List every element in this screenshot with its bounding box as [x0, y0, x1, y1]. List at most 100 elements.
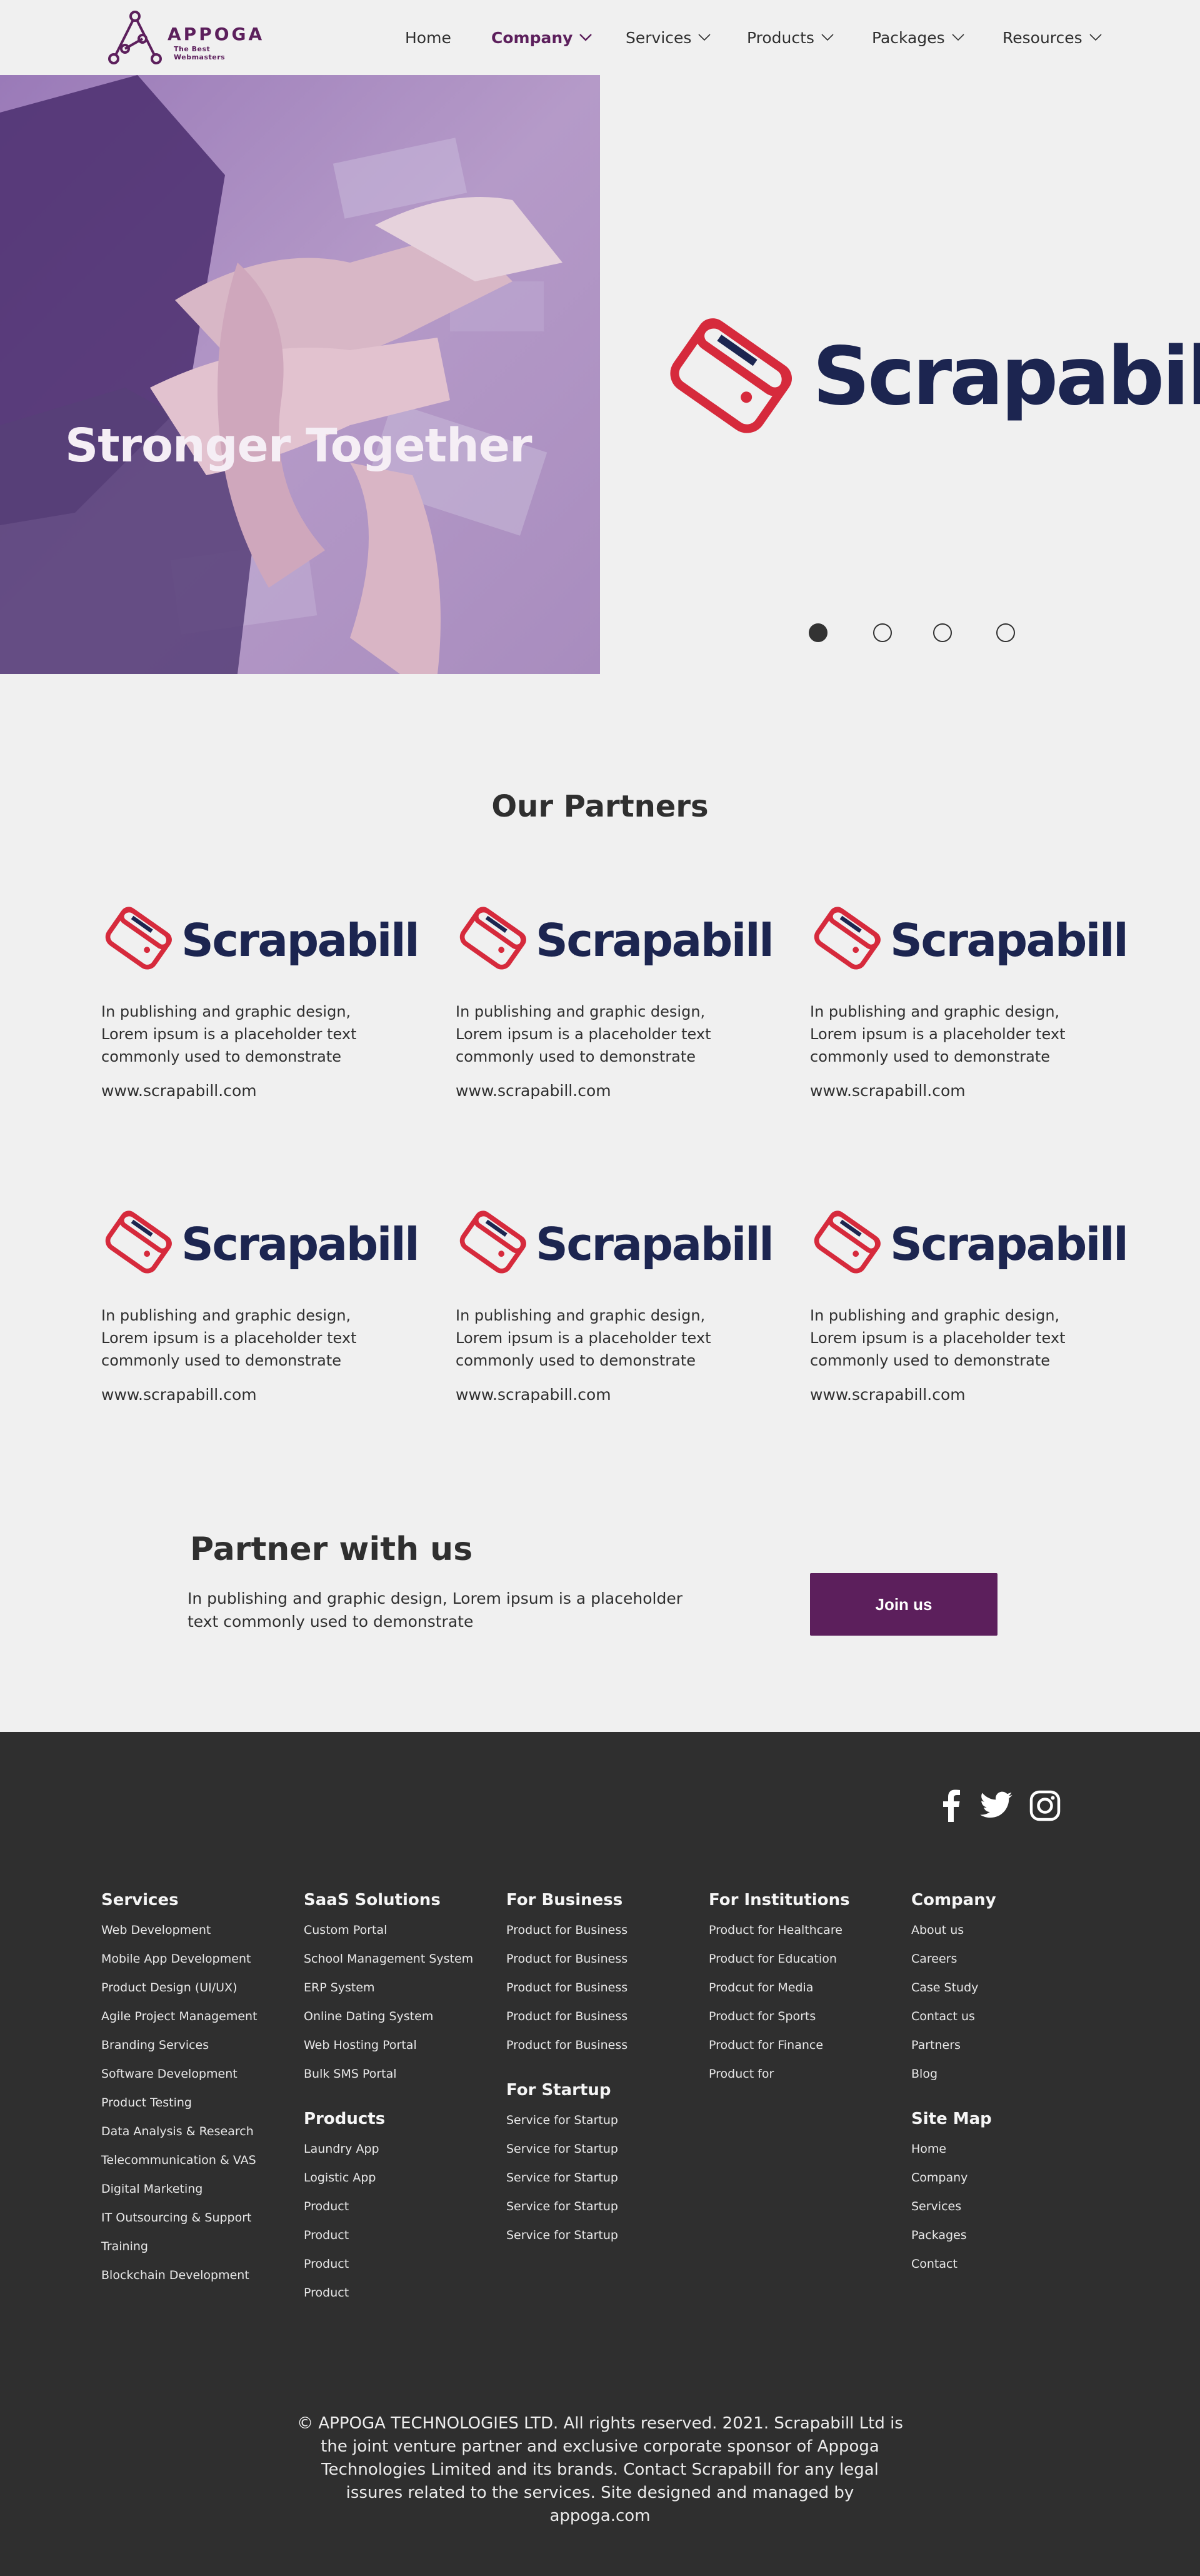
- nav-company[interactable]: Company: [491, 24, 592, 51]
- footer-link[interactable]: IT Outsourcing & Support: [101, 2211, 252, 2225]
- footer-link[interactable]: Product Design (UI/UX): [101, 1981, 237, 1995]
- footer-link[interactable]: Product: [304, 2257, 349, 2271]
- nav-home[interactable]: Home: [405, 24, 451, 51]
- footer-link[interactable]: Blockchain Development: [101, 2268, 249, 2282]
- footer-link[interactable]: Product for Business: [506, 2038, 628, 2052]
- footer-link[interactable]: Case Study: [911, 1981, 978, 1995]
- chevron-down-icon: [952, 34, 964, 41]
- footer-link[interactable]: Online Dating System: [304, 2010, 433, 2023]
- partner-logo[interactable]: Scrapabill: [456, 900, 774, 975]
- footer-link[interactable]: Web Hosting Portal: [304, 2038, 417, 2052]
- footer-link[interactable]: Product: [304, 2228, 349, 2242]
- footer-link[interactable]: ERP System: [304, 1981, 375, 1995]
- footer-link[interactable]: Contact us: [911, 2010, 975, 2023]
- scrapabill-wallet-icon: [814, 907, 881, 970]
- footer-link[interactable]: Product: [304, 2200, 349, 2213]
- footer-link[interactable]: School Management System: [304, 1952, 473, 1966]
- footer-link[interactable]: Contact: [911, 2257, 958, 2271]
- partner-card: Scrapabill In publishing and graphic des…: [101, 900, 420, 1125]
- footer-link[interactable]: Packages: [911, 2228, 967, 2242]
- footer-column-saas: SaaS Solutions Custom Portal School Mana…: [304, 1891, 473, 2096]
- footer-link[interactable]: Services: [911, 2200, 961, 2213]
- carousel-dot-1[interactable]: [809, 623, 828, 642]
- footer-link[interactable]: Service for Startup: [506, 2171, 618, 2185]
- facebook-icon[interactable]: [934, 1788, 969, 1823]
- footer-link[interactable]: Product: [304, 2286, 349, 2300]
- footer-link[interactable]: Branding Services: [101, 2038, 209, 2052]
- partner-url-link[interactable]: www.scrapabill.com: [101, 1386, 257, 1404]
- join-us-button[interactable]: Join us: [810, 1573, 998, 1636]
- footer-column-services: Services Web Development Mobile App Deve…: [101, 1891, 258, 2297]
- footer-link[interactable]: Software Development: [101, 2067, 238, 2081]
- footer-link[interactable]: Service for Startup: [506, 2228, 618, 2242]
- footer-link[interactable]: Web Development: [101, 1923, 211, 1937]
- partner-url-link[interactable]: www.scrapabill.com: [456, 1082, 611, 1100]
- partner-logo[interactable]: Scrapabill: [810, 900, 1129, 975]
- footer-link[interactable]: Custom Portal: [304, 1923, 387, 1937]
- footer-link[interactable]: Product for: [709, 2067, 774, 2081]
- footer-link[interactable]: Company: [911, 2171, 968, 2185]
- hands-together-illustration: [0, 75, 600, 674]
- footer-link[interactable]: Prodcut for Media: [709, 1981, 813, 1995]
- partner-url-link[interactable]: www.scrapabill.com: [810, 1082, 966, 1100]
- footer-link[interactable]: Product for Sports: [709, 2010, 816, 2023]
- footer-link[interactable]: Partners: [911, 2038, 961, 2052]
- footer-link[interactable]: Careers: [911, 1952, 957, 1966]
- partner-logo[interactable]: Scrapabill: [101, 900, 420, 975]
- footer-link[interactable]: Telecommunication & VAS: [101, 2153, 256, 2167]
- chevron-down-icon: [1089, 34, 1102, 41]
- scrapabill-wordmark: Scrapabill: [812, 330, 1200, 423]
- footer-link[interactable]: Training: [101, 2240, 148, 2253]
- nav-products[interactable]: Products: [747, 24, 834, 51]
- partner-logo[interactable]: Scrapabill: [101, 1204, 420, 1279]
- cta-description: In publishing and graphic design, Lorem …: [188, 1589, 682, 1631]
- footer-link[interactable]: Product for Healthcare: [709, 1923, 842, 1937]
- partner-logo[interactable]: Scrapabill: [810, 1204, 1129, 1279]
- scrapabill-wallet-icon: [459, 907, 526, 970]
- footer-link[interactable]: Product for Business: [506, 2010, 628, 2023]
- footer: Services Web Development Mobile App Deve…: [0, 1732, 1200, 2576]
- footer-column-title: For Institutions: [709, 1891, 850, 1909]
- footer-link[interactable]: Service for Startup: [506, 2113, 618, 2127]
- footer-link[interactable]: Agile Project Management: [101, 2010, 258, 2023]
- appoga-logo[interactable]: APPOGA The Best Webmasters: [106, 10, 262, 65]
- footer-link[interactable]: Home: [911, 2142, 946, 2156]
- nav-packages[interactable]: Packages: [872, 24, 965, 51]
- footer-link[interactable]: Product for Finance: [709, 2038, 823, 2052]
- partner-card: Scrapabill In publishing and graphic des…: [456, 1204, 774, 1429]
- chevron-down-icon: [821, 34, 834, 41]
- footer-link[interactable]: Product for Education: [709, 1952, 837, 1966]
- carousel-dot-3[interactable]: [933, 623, 952, 642]
- twitter-icon[interactable]: [979, 1788, 1014, 1823]
- footer-link[interactable]: Product for Business: [506, 1952, 628, 1966]
- footer-column-title: Products: [304, 2110, 386, 2128]
- hero-image: Stronger Together: [0, 75, 600, 674]
- footer-link[interactable]: Service for Startup: [506, 2200, 618, 2213]
- footer-link[interactable]: Product Testing: [101, 2096, 192, 2110]
- partner-url-link[interactable]: www.scrapabill.com: [456, 1386, 611, 1404]
- carousel-dot-4[interactable]: [996, 623, 1015, 642]
- footer-link[interactable]: Bulk SMS Portal: [304, 2067, 397, 2081]
- nav-resources[interactable]: Resources: [1002, 24, 1102, 51]
- partner-card: Scrapabill In publishing and graphic des…: [810, 1204, 1129, 1429]
- footer-link[interactable]: Blog: [911, 2067, 938, 2081]
- footer-column-title: Site Map: [911, 2110, 992, 2128]
- carousel-dot-2[interactable]: [873, 623, 892, 642]
- footer-link[interactable]: Digital Marketing: [101, 2182, 202, 2196]
- footer-link[interactable]: Product for Business: [506, 1981, 628, 1995]
- nav-services[interactable]: Services: [626, 24, 711, 51]
- footer-column-institutions: For Institutions Product for Healthcare …: [709, 1891, 850, 2096]
- appoga-logo-mark: [108, 11, 162, 64]
- footer-link[interactable]: Service for Startup: [506, 2142, 618, 2156]
- instagram-icon[interactable]: [1028, 1788, 1062, 1823]
- partner-url-link[interactable]: www.scrapabill.com: [101, 1082, 257, 1100]
- partner-url-link[interactable]: www.scrapabill.com: [810, 1386, 966, 1404]
- footer-link[interactable]: Laundry App: [304, 2142, 379, 2156]
- footer-link[interactable]: Data Analysis & Research: [101, 2125, 254, 2138]
- partner-logo[interactable]: Scrapabill: [456, 1204, 774, 1279]
- footer-link[interactable]: Mobile App Development: [101, 1952, 251, 1966]
- footer-column-products: Products Laundry App Logistic App Produc…: [304, 2110, 385, 2315]
- footer-link[interactable]: About us: [911, 1923, 964, 1937]
- footer-link[interactable]: Logistic App: [304, 2171, 376, 2185]
- footer-link[interactable]: Product for Business: [506, 1923, 628, 1937]
